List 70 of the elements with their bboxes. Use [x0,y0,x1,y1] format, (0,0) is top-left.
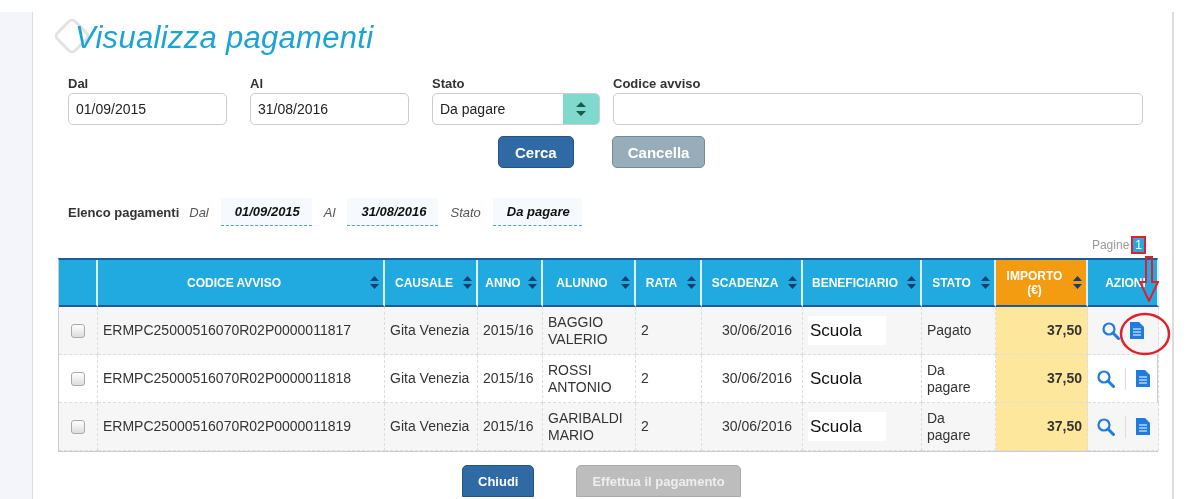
filter-value: Da pagare [492,198,582,226]
table-cell: 2 [636,403,702,451]
column-header[interactable]: CODICE AVVISO [98,260,385,307]
table-cell: Scuola [808,316,886,345]
sort-icon [1073,276,1082,289]
sort-icon [528,276,537,289]
table-cell: 2015/16 [478,307,543,355]
table-cell: BAGGIO VALERIO [543,307,636,355]
document-icon[interactable] [1135,370,1150,387]
field-label: Codice avviso [613,76,702,93]
filter-label: Al [323,204,336,220]
clear-button[interactable]: Cancella [611,136,706,168]
search-icon[interactable] [1096,417,1115,436]
header-cell [59,260,98,307]
table-cell: 37,50 [996,307,1088,355]
sort-icon [907,276,916,289]
row-checkbox[interactable] [71,323,85,338]
column-header[interactable]: ALUNNO [543,260,636,307]
search-icon[interactable] [1102,321,1120,340]
column-header[interactable]: SCADENZA [702,260,803,307]
page-link[interactable]: 1 [1133,238,1144,252]
search-icon[interactable] [1096,369,1115,388]
table-cell: Da pagare [922,403,996,451]
filter-value: 31/08/2016 [347,198,439,226]
table-cell: Gita Venezia [385,307,478,355]
row-checkbox[interactable] [71,371,85,386]
sort-icon [370,276,379,289]
sort-arrows-icon [576,102,586,116]
filter-value: 01/09/2015 [220,198,312,226]
status-select[interactable]: Da pagare [432,93,600,125]
column-header[interactable]: STATO [922,260,996,307]
field-label: Dal [68,76,90,93]
sort-icon [687,276,696,289]
list-title: Elenco pagamenti [68,204,180,220]
table-cell: 30/06/2016 [702,307,803,355]
code-input-field[interactable] [613,93,1143,125]
column-header[interactable]: IMPORTO (€) [996,260,1088,307]
table-cell: ERMPC25000516070R02P0000011819 [98,403,385,451]
table-cell: Scuola [808,412,886,441]
row-checkbox[interactable] [71,419,85,434]
table-cell: 2 [636,307,702,355]
close-button[interactable]: Chiudi [462,465,535,497]
date-input-field[interactable]: 01/09/2015 [68,93,227,125]
field-label: Stato [432,76,466,93]
column-header[interactable]: BENEFICIARIO [803,260,922,307]
table-cell: 2015/16 [478,403,543,451]
sort-icon [981,276,990,289]
sort-icon [463,276,472,289]
field-label: Al [250,76,264,93]
search-button[interactable]: Cerca [498,136,574,168]
pages-label: Pagine [1091,238,1130,252]
filter-label: Dal [189,204,209,220]
filter-label: Stato [450,204,481,220]
table-cell: 37,50 [996,355,1088,403]
table-cell: Pagato [922,307,996,355]
sort-icon [788,276,797,289]
column-header[interactable]: RATA [636,260,702,307]
table-cell: GARIBALDI MARIO [543,403,636,451]
table-cell: ERMPC25000516070R02P0000011817 [98,307,385,355]
column-header[interactable]: ANNO [478,260,543,307]
sort-icon [621,276,630,289]
table-cell: 37,50 [996,403,1088,451]
document-icon[interactable] [1130,322,1144,339]
column-header[interactable]: CAUSALE [385,260,478,307]
table-cell: Gita Venezia [385,403,478,451]
table-cell: 30/06/2016 [702,403,803,451]
page-title: Visualizza pagamenti [75,20,374,56]
annotation-circle [1118,310,1172,358]
document-icon[interactable] [1135,418,1150,435]
date-input-field[interactable]: 31/08/2016 [250,93,409,125]
